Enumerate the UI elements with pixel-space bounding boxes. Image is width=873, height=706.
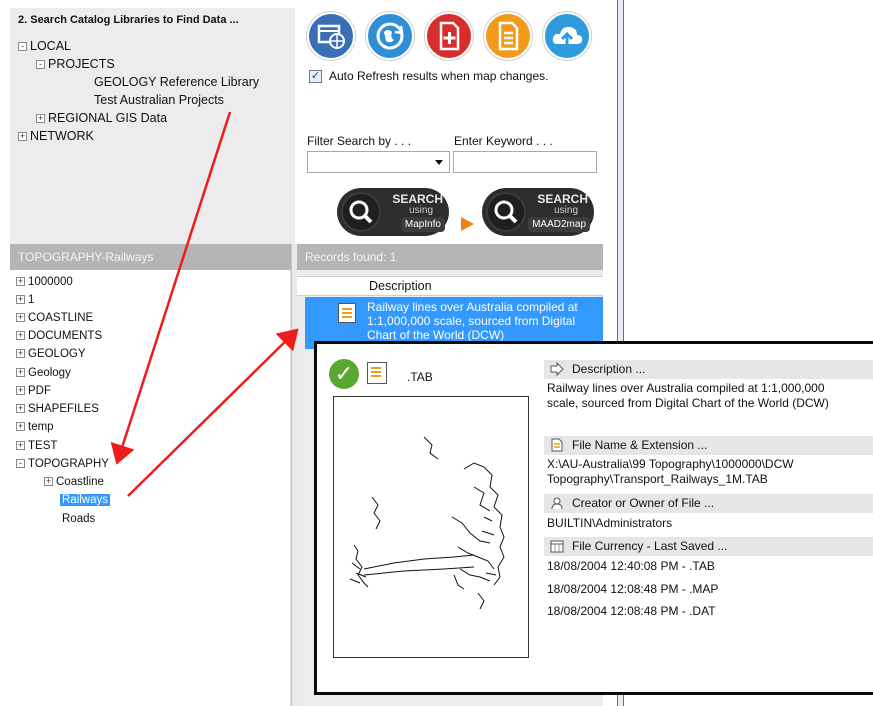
annotation-arrow-library-to-folder (110, 111, 232, 465)
annotation-arrow-folder-to-result (127, 328, 299, 497)
annotation-arrows (110, 111, 299, 497)
